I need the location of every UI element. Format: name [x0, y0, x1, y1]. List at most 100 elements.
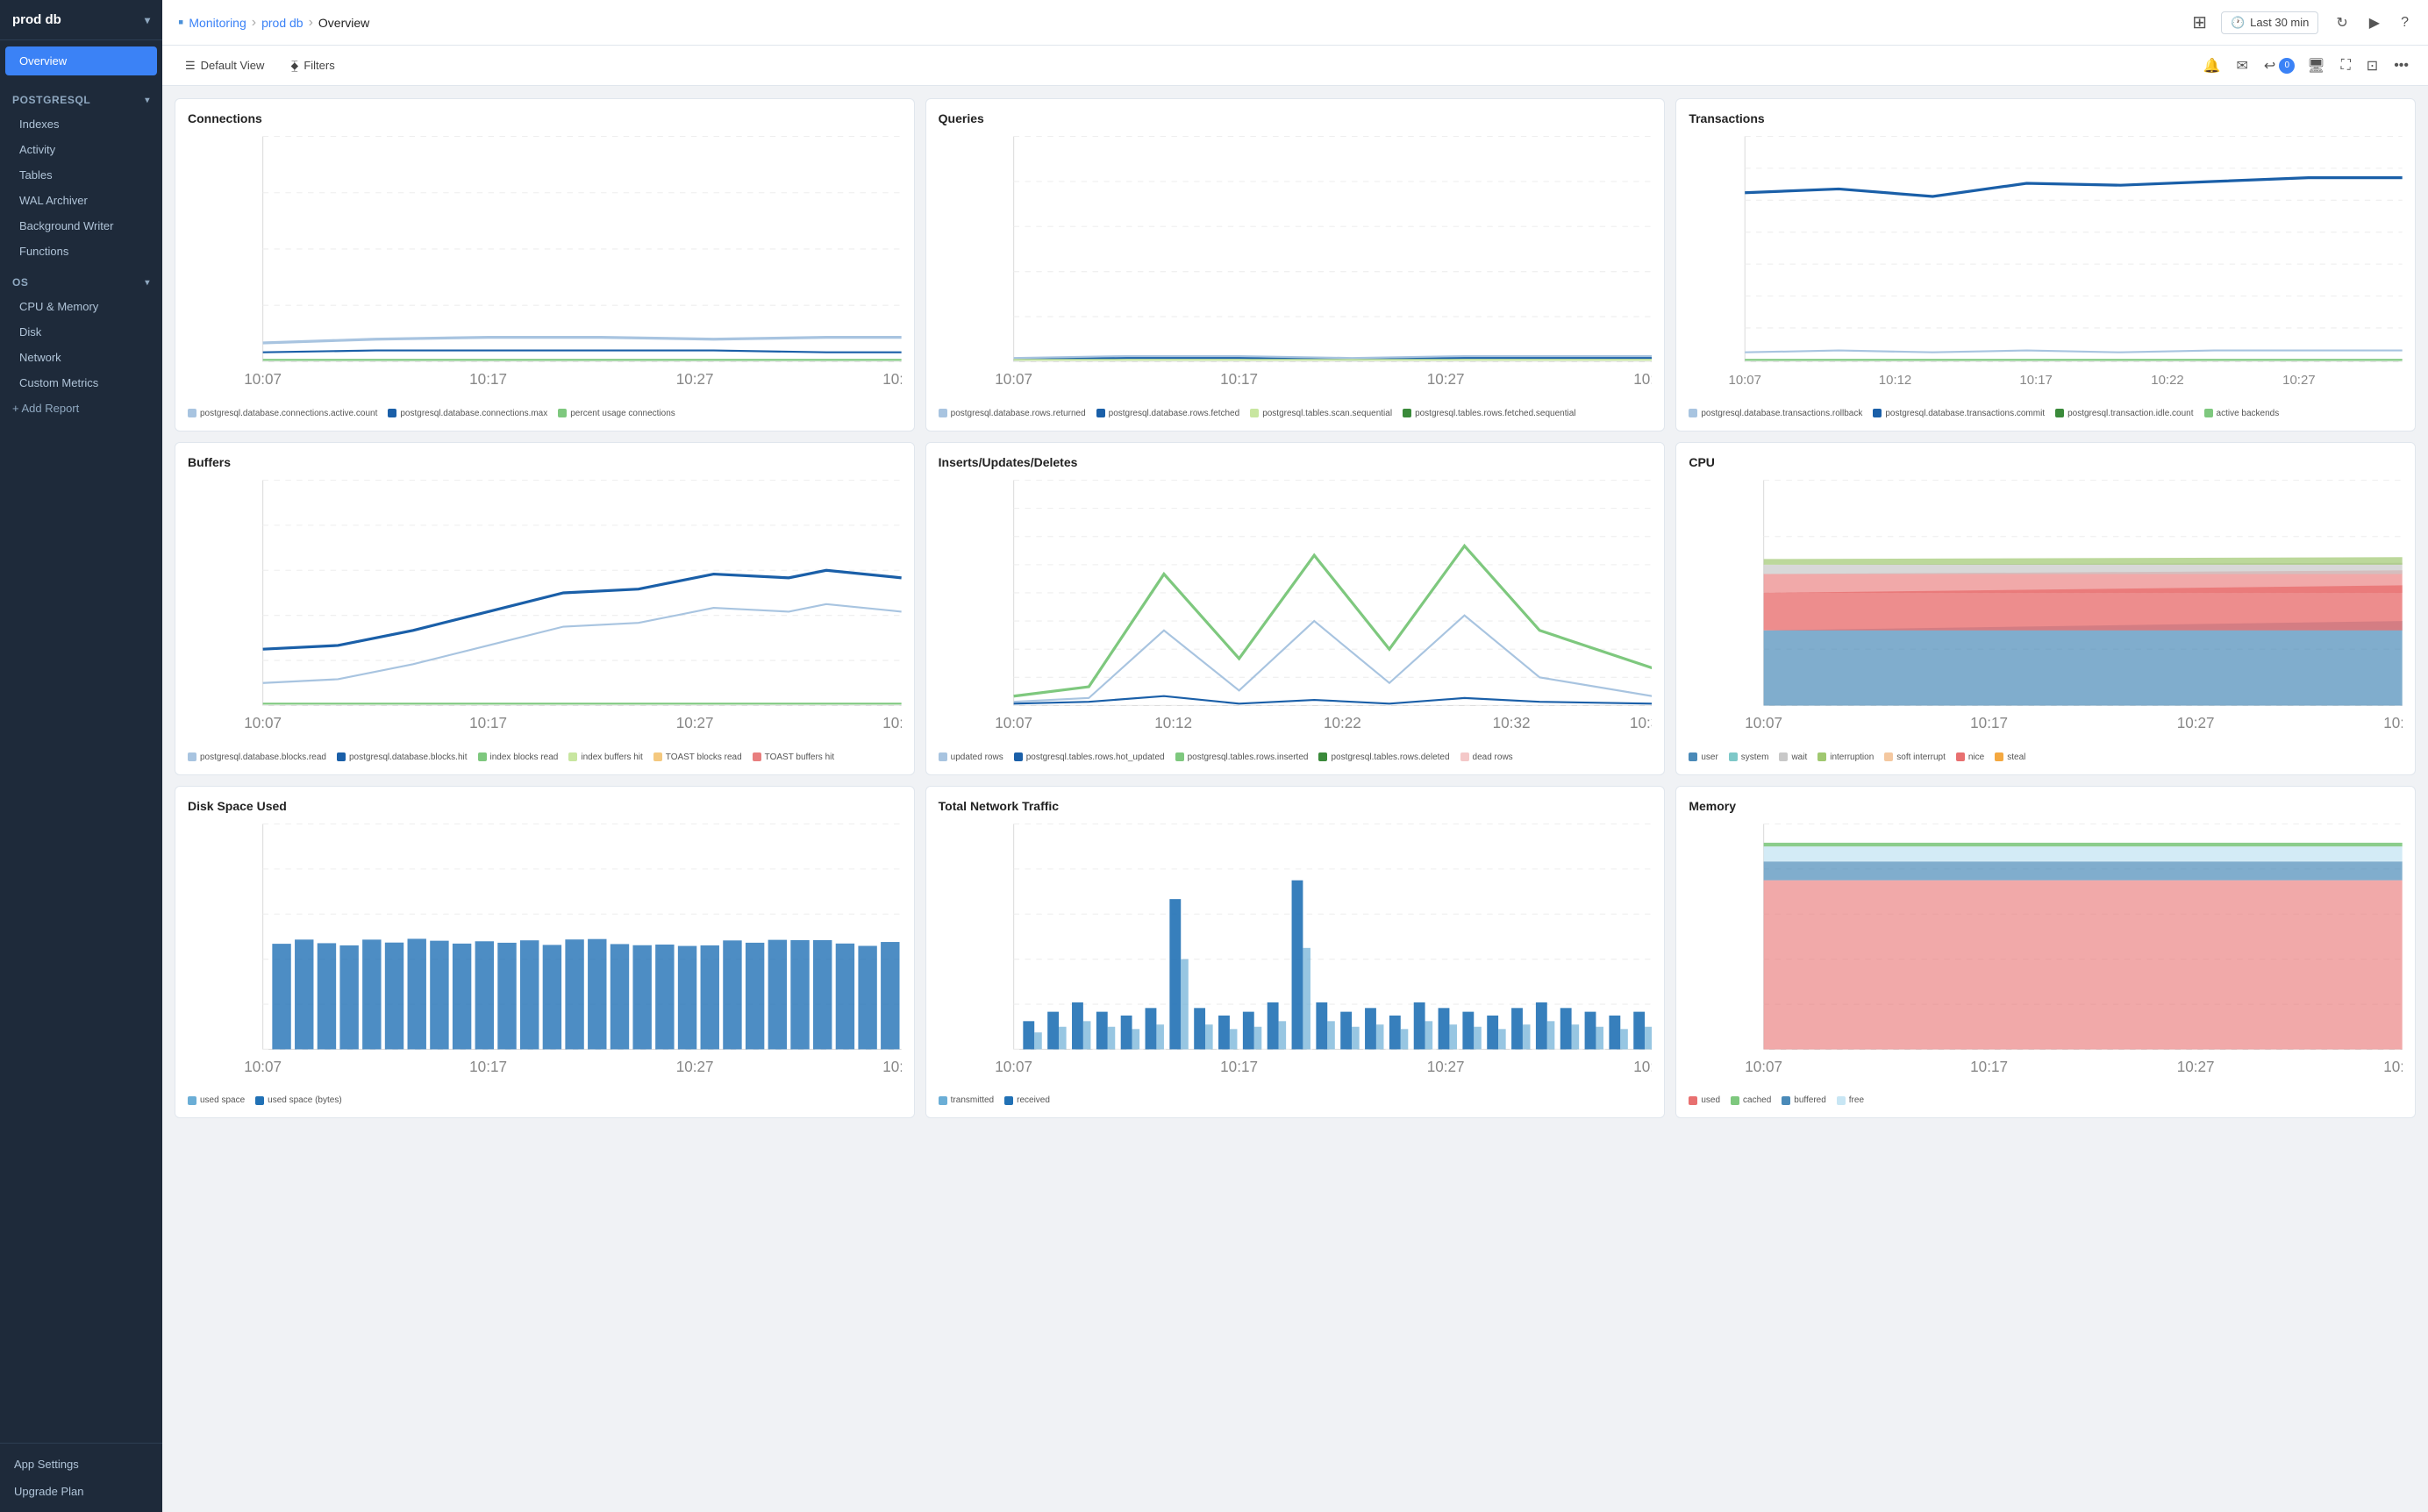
chart-legend-network-traffic: transmittedreceived [939, 1095, 1653, 1105]
notification-icon[interactable]: ↩ [2260, 53, 2279, 78]
os-nav-group: CPU & MemoryDiskNetwork [0, 294, 162, 370]
svg-text:10:17: 10:17 [469, 371, 507, 388]
svg-text:10:07: 10:07 [244, 1059, 282, 1075]
legend-label: postgresql.tables.rows.hot_updated [1026, 752, 1165, 762]
chart-title-network-traffic: Total Network Traffic [939, 799, 1653, 813]
chevron-icon: ▾ [145, 278, 150, 288]
legend-color [1004, 1096, 1013, 1105]
sidebar-item-overview[interactable]: Overview [5, 46, 157, 75]
legend-label: nice [1968, 752, 1984, 762]
chart-title-queries: Queries [939, 111, 1653, 125]
chevron-icon: ▾ [145, 96, 150, 105]
filter-icon: ⧱ [290, 59, 298, 73]
svg-text:10:37: 10:37 [882, 715, 901, 731]
sidebar-item-indexes[interactable]: Indexes [0, 111, 162, 137]
sidebar-item-activity[interactable]: Activity [0, 137, 162, 162]
svg-text:10:07: 10:07 [995, 1059, 1032, 1075]
add-report-button[interactable]: + Add Report [0, 396, 162, 421]
legend-item: postgresql.database.connections.active.c… [188, 409, 377, 418]
chart-area-buffers: 10:07 10:17 10:27 10:37 [188, 478, 902, 745]
postgresql-nav-group: IndexesActivityTablesWAL ArchiverBackgro… [0, 111, 162, 264]
apps-icon[interactable]: ⊞ [2192, 11, 2207, 33]
svg-text:10:27: 10:27 [2282, 373, 2315, 388]
mail-icon[interactable]: ✉ [2232, 53, 2251, 78]
svg-text:10:27: 10:27 [676, 371, 714, 388]
legend-item: index buffers hit [568, 752, 642, 762]
breadcrumb-current: Overview [318, 16, 369, 30]
sidebar-section-postgresql[interactable]: PostgreSQL ▾ [0, 85, 162, 111]
refresh-icon[interactable]: ↻ [2332, 11, 2351, 35]
chart-card-connections: Connections 10:07 10:17 10:27 10:37 post… [175, 98, 915, 431]
legend-item: used [1689, 1095, 1720, 1105]
svg-text:10:27: 10:27 [2177, 1059, 2215, 1075]
sidebar-footer-upgrade-plan[interactable]: Upgrade Plan [0, 1478, 162, 1505]
chart-area-connections: 10:07 10:17 10:27 10:37 [188, 134, 902, 402]
legend-item: active backends [2204, 409, 2280, 418]
chart-title-memory: Memory [1689, 799, 2403, 813]
sidebar-item-network[interactable]: Network [0, 345, 162, 370]
svg-text:10:37: 10:37 [2384, 715, 2403, 731]
sidebar-item-custom-metrics[interactable]: Custom Metrics [0, 370, 162, 396]
chart-area-cpu: 10:07 10:17 10:27 10:37 [1689, 478, 2403, 745]
more-icon[interactable]: ••• [2390, 54, 2412, 77]
legend-color [388, 409, 396, 417]
svg-text:10:22: 10:22 [1324, 715, 1361, 731]
chart-area-disk-space: 10:07 10:17 10:27 10:37 [188, 822, 902, 1089]
legend-color [753, 752, 761, 761]
legend-item: used space [188, 1095, 245, 1105]
layout-icon[interactable]: ⊡ [2363, 53, 2382, 78]
breadcrumb-sep2: › [309, 15, 313, 31]
breadcrumb-db[interactable]: prod db [261, 16, 303, 30]
legend-color [1689, 752, 1697, 761]
svg-text:10:17: 10:17 [1220, 1059, 1258, 1075]
svg-text:10:37: 10:37 [1633, 1059, 1652, 1075]
legend-color [558, 409, 567, 417]
default-view-button[interactable]: ☰ Default View [178, 55, 271, 76]
legend-label: user [1701, 752, 1717, 762]
legend-item: free [1837, 1095, 1864, 1105]
sidebar-header[interactable]: prod db ▾ [0, 0, 162, 40]
breadcrumb-sep1: › [252, 15, 256, 31]
legend-color [1837, 1096, 1846, 1105]
legend-item: percent usage connections [558, 409, 675, 418]
help-icon[interactable]: ? [2397, 11, 2412, 34]
legend-item: TOAST buffers hit [753, 752, 834, 762]
expand-icon[interactable]: ⛶ [2338, 54, 2354, 77]
legend-item: postgresql.database.rows.fetched [1096, 409, 1240, 418]
filters-button[interactable]: ⧱ Filters [283, 55, 341, 76]
sidebar-item-disk[interactable]: Disk [0, 319, 162, 345]
legend-label: wait [1791, 752, 1807, 762]
legend-label: dead rows [1473, 752, 1513, 762]
legend-item: postgresql.tables.rows.hot_updated [1014, 752, 1165, 762]
chart-area-inserts-updates-deletes: 10:07 10:12 10:22 10:32 10:37 [939, 478, 1653, 745]
sidebar-item-tables[interactable]: Tables [0, 162, 162, 188]
svg-text:10:37: 10:37 [1633, 371, 1652, 388]
sidebar-item-wal-archiver[interactable]: WAL Archiver [0, 188, 162, 213]
legend-label: postgresql.transaction.idle.count [2067, 409, 2193, 418]
bell-icon[interactable]: 🔔 [2200, 53, 2224, 78]
toolbar: ☰ Default View ⧱ Filters 🔔 ✉ ↩ 0 🖥 ⛶ ⊡ •… [162, 46, 2428, 86]
sidebar-footer-app-settings[interactable]: App Settings [0, 1451, 162, 1478]
sidebar-item-background-writer[interactable]: Background Writer [0, 213, 162, 239]
legend-label: transmitted [951, 1095, 994, 1105]
svg-text:10:17: 10:17 [1220, 371, 1258, 388]
svg-text:10:17: 10:17 [1971, 1059, 2009, 1075]
db-name: prod db [12, 12, 61, 27]
legend-item: updated rows [939, 752, 1003, 762]
chart-legend-transactions: postgresql.database.transactions.rollbac… [1689, 409, 2403, 418]
legend-color [1689, 1096, 1697, 1105]
svg-text:10:07: 10:07 [995, 371, 1032, 388]
chart-legend-connections: postgresql.database.connections.active.c… [188, 409, 902, 418]
svg-text:10:12: 10:12 [1879, 373, 1911, 388]
chart-area-network-traffic: 10:07 10:17 10:27 10:37 [939, 822, 1653, 1089]
svg-text:10:27: 10:27 [1426, 1059, 1464, 1075]
monitor-icon[interactable]: 🖥 [2303, 53, 2328, 78]
legend-item: used space (bytes) [255, 1095, 342, 1105]
sidebar-item-cpu-memory[interactable]: CPU & Memory [0, 294, 162, 319]
sidebar-section-os[interactable]: OS ▾ [0, 267, 162, 294]
sidebar-item-functions[interactable]: Functions [0, 239, 162, 264]
breadcrumb-monitoring[interactable]: Monitoring [189, 16, 246, 30]
time-selector[interactable]: 🕐 Last 30 min [2221, 11, 2318, 34]
legend-color [1689, 409, 1697, 417]
play-icon[interactable]: ▶ [2366, 11, 2383, 35]
